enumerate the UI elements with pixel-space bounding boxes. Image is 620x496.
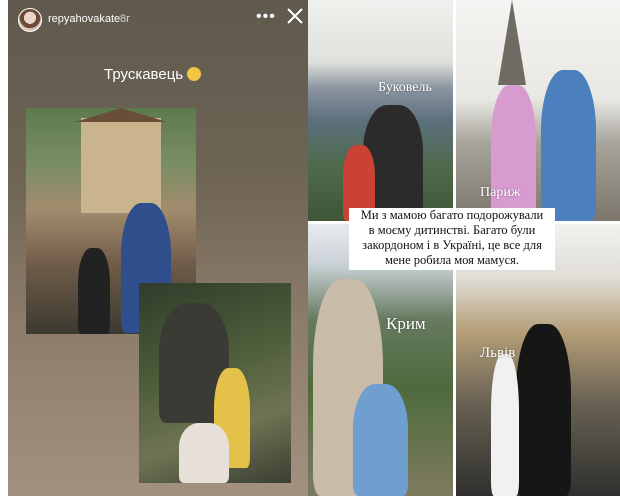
story-text-line: мене робила моя мамуся. <box>384 253 520 267</box>
city-label-lviv: Львів <box>480 345 516 361</box>
story-text-line: Ми з мамою багато подорожували <box>360 208 544 222</box>
city-label-bukovel: Буковель <box>378 80 432 95</box>
child-figure <box>353 384 408 496</box>
building-shape <box>75 108 167 213</box>
username[interactable]: repyahovakate <box>48 13 120 25</box>
bukovel-photo <box>308 0 453 221</box>
story-caption-text: Трускавець <box>104 66 184 83</box>
story-caption: Трускавець <box>104 66 202 83</box>
child-figure <box>78 248 110 334</box>
city-label-paris: Париж <box>480 185 521 200</box>
grimacing-emoji-icon <box>187 67 202 81</box>
eiffel-tower-shape <box>498 0 526 85</box>
story-text-line: закордоном і в Україні, це все для <box>362 238 542 252</box>
woman-figure <box>179 423 229 483</box>
woman-figure <box>541 70 596 221</box>
story-text-box: Ми з мамою багато подорожували в моєму д… <box>349 208 555 270</box>
story-panel: repyahovakate 8г ••• Трускавець <box>8 0 308 496</box>
woman-figure <box>516 324 571 496</box>
more-options-icon[interactable]: ••• <box>256 8 276 26</box>
girl-figure <box>491 354 519 496</box>
close-icon[interactable] <box>286 7 304 25</box>
avatar[interactable] <box>18 8 42 32</box>
story-text-line: в моєму дитинстві. Багато були <box>368 223 536 237</box>
story-time: 8г <box>120 13 131 25</box>
city-label-crimea: Крим <box>386 314 426 333</box>
statue-photo <box>139 283 291 483</box>
